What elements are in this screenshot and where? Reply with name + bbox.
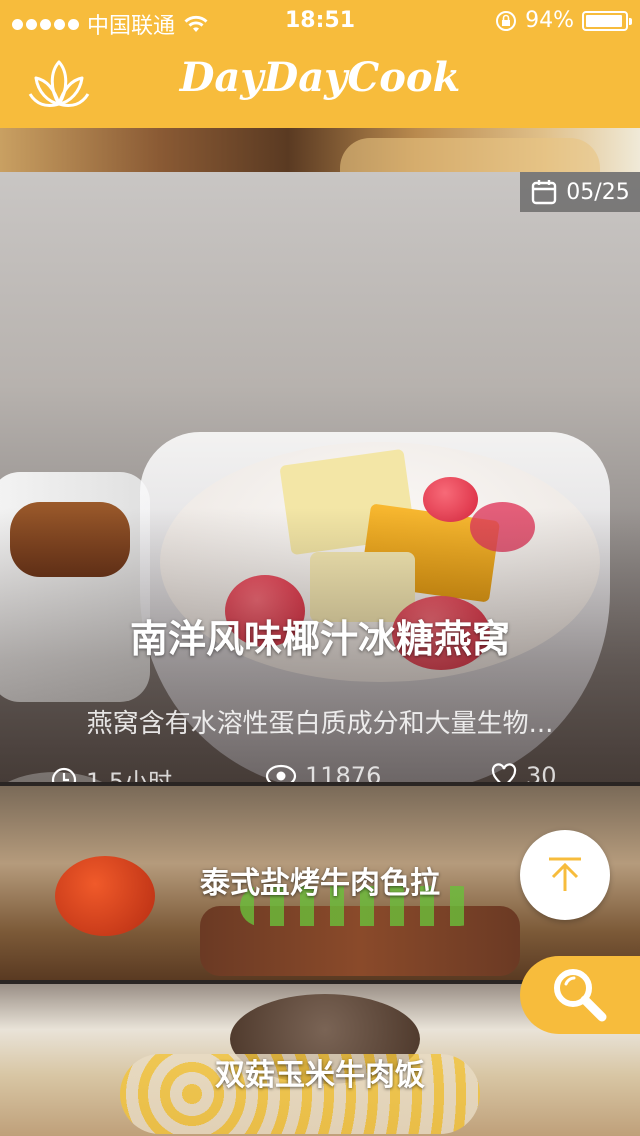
date-text: 05/25 [566, 179, 630, 205]
like-count-text: 30 [526, 762, 557, 782]
previous-recipe-image[interactable] [0, 128, 640, 172]
clock-icon [51, 767, 77, 782]
featured-meta: 1.5小时 11876 30 [0, 762, 640, 782]
battery-percent: 94% [525, 8, 574, 33]
arrow-up-icon [549, 857, 581, 891]
featured-title[interactable]: 南洋风味椰汁冰糖燕窝 [0, 608, 640, 663]
battery-fill [586, 14, 622, 27]
search-icon [554, 969, 607, 1022]
calendar-icon [532, 180, 557, 205]
rotation-lock-icon [496, 10, 517, 31]
recipe-title: 双菇玉米牛肉饭 [215, 1058, 425, 1093]
like-count[interactable]: 30 [490, 762, 557, 782]
date-badge: 05/25 [520, 172, 640, 212]
heart-icon [491, 763, 517, 782]
eye-icon [265, 764, 297, 782]
featured-recipe-image[interactable] [0, 172, 640, 782]
cook-time-text: 1.5小时 [86, 768, 173, 782]
search-button[interactable] [520, 956, 640, 1034]
brand-title: DayDayCook [179, 54, 461, 101]
back-to-top-button[interactable] [520, 830, 610, 920]
cook-time: 1.5小时 [50, 762, 172, 782]
battery-icon [582, 10, 632, 31]
status-right: 94% [495, 8, 632, 33]
view-count-text: 11876 [305, 762, 382, 782]
featured-description: 燕窝含有水溶性蛋白质成分和大量生物... [86, 709, 554, 739]
status-bar: 中国联通 18:51 94% [0, 0, 640, 40]
view-count: 11876 [265, 762, 381, 782]
nav-bar: DayDayCook [0, 40, 640, 128]
